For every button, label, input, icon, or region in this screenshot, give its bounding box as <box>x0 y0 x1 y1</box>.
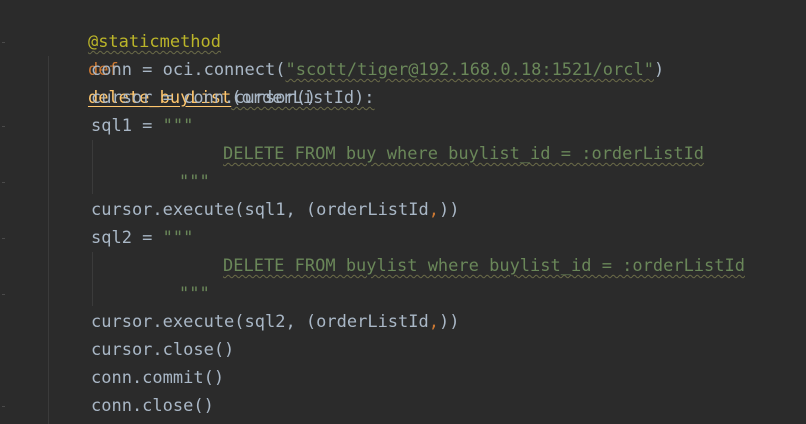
execute-close: )) <box>439 312 460 332</box>
conn-close: conn.close() <box>91 396 214 416</box>
code-line[interactable]: cursor.close() <box>91 336 234 364</box>
fold-marker-icon[interactable] <box>2 182 5 183</box>
conn-assign: conn = oci.connect( <box>91 60 286 80</box>
fold-marker-icon[interactable] <box>2 42 5 43</box>
code-line[interactable]: def delete_buyList(orderListId): <box>47 28 375 108</box>
code-line[interactable]: cursor = conn.cursor() <box>91 84 316 112</box>
code-line[interactable]: conn = oci.connect("scott/tiger@192.168.… <box>91 56 664 84</box>
code-line[interactable]: conn.close() <box>91 392 214 420</box>
code-line[interactable]: """ <box>179 280 210 308</box>
sql1-body: DELETE FROM buy where buylist_id = :orde… <box>223 144 705 164</box>
conn-commit: conn.commit() <box>91 368 225 388</box>
code-line[interactable]: conn.commit() <box>91 364 224 392</box>
sql2-assign: sql2 = <box>91 228 163 248</box>
close-paren: ) <box>653 60 665 80</box>
code-line[interactable]: cursor.execute(sql2, (orderListId,)) <box>91 308 460 336</box>
execute-sql1: cursor.execute(sql1, (orderListId <box>91 200 429 220</box>
code-line[interactable]: cursor.execute(sql1, (orderListId,)) <box>91 196 460 224</box>
code-line[interactable]: DELETE FROM buylist where buylist_id = :… <box>223 252 745 280</box>
code-line[interactable]: """ <box>179 168 210 196</box>
comma: , <box>428 200 440 220</box>
execute-close: )) <box>439 200 460 220</box>
sql2-body: DELETE FROM buylist where buylist_id = :… <box>223 256 745 276</box>
code-editor[interactable]: @staticmethod def delete_buyList(orderLi… <box>0 0 806 424</box>
triple-quote-close: """ <box>179 284 210 304</box>
code-line[interactable]: sql1 = """ <box>91 112 193 140</box>
triple-quote-open: """ <box>162 116 194 136</box>
sql1-assign: sql1 = <box>91 116 163 136</box>
connection-string: "scott/tiger@192.168.0.18:1521/orcl" <box>285 60 654 80</box>
fold-marker-icon[interactable] <box>2 238 5 239</box>
comma: , <box>428 312 440 332</box>
indent-guide <box>92 252 93 306</box>
fold-marker-icon[interactable] <box>2 126 5 127</box>
code-line[interactable]: @staticmethod <box>47 0 221 52</box>
cursor-close: cursor.close() <box>91 340 235 360</box>
triple-quote-open: """ <box>162 228 194 248</box>
execute-sql2: cursor.execute(sql2, (orderListId <box>91 312 429 332</box>
code-line[interactable]: sql2 = """ <box>91 224 193 252</box>
cursor-assign: cursor = conn.cursor() <box>91 88 317 108</box>
code-line[interactable]: DELETE FROM buy where buylist_id = :orde… <box>223 140 704 168</box>
fold-marker-icon[interactable] <box>2 294 5 295</box>
indent-guide <box>92 140 93 194</box>
editor-gutter <box>0 0 14 424</box>
triple-quote-close: """ <box>179 172 210 192</box>
fold-marker-icon[interactable] <box>2 406 5 407</box>
